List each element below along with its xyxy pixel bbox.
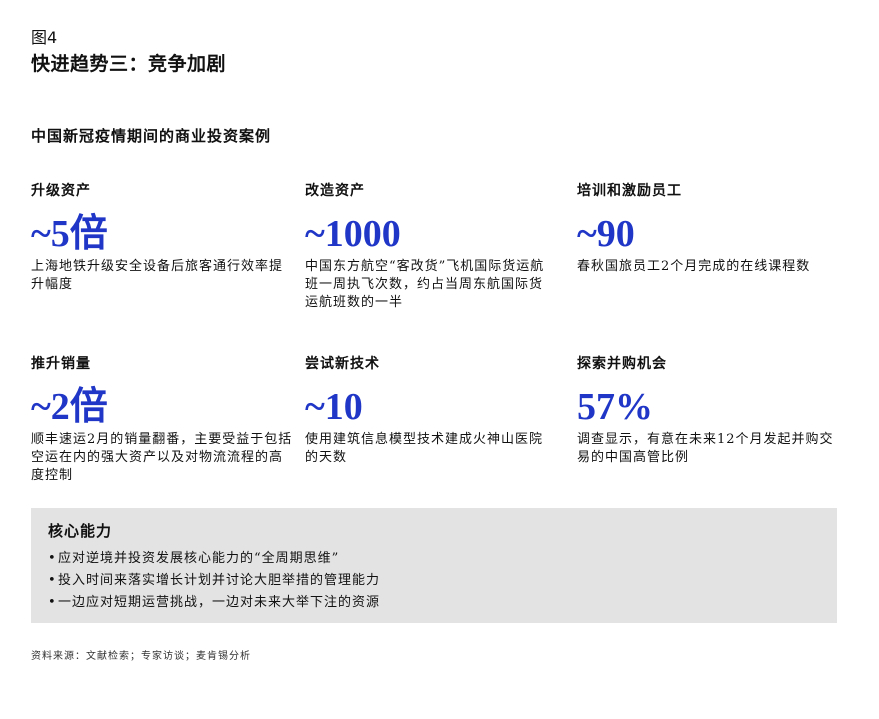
case-value: ~5倍 [31,213,108,255]
case-category: 探索并购机会 [577,356,667,372]
case-value: 57% [577,386,653,428]
bullet-icon: • [48,573,57,588]
figure-label: 图4 [31,28,58,47]
case-value: ~1000 [305,213,401,255]
case-description: 春秋国旅员工2个月完成的在线课程数 [577,259,811,274]
page-title: 快进趋势三：竞争加剧 [31,53,227,75]
bullet-icon: • [48,551,57,566]
case-category: 培训和激励员工 [577,183,682,199]
source-note: 资料来源：文献检索；专家访谈；麦肯锡分析 [31,651,251,662]
case-card-train-employees: 培训和激励员工 ~90 春秋国旅员工2个月完成的在线课程数 [577,180,839,276]
case-card-mergers-acquisitions: 探索并购机会 57% 调查显示，有意在未来12个月发起并购交易的中国高管比例 [577,353,839,467]
case-description: 顺丰速运2月的销量翻番，主要受益于包括空运在内的强大资产以及对物流流程的高度控制 [31,432,293,483]
list-item: •一边应对短期运营挑战，一边对未来大举下注的资源 [48,592,380,614]
case-card-upgrade-assets: 升级资产 ~5倍 上海地铁升级安全设备后旅客通行效率提升幅度 [31,180,293,294]
case-category: 改造资产 [305,183,365,199]
list-item-text: 投入时间来落实增长计划并讨论大胆举措的管理能力 [58,573,381,588]
case-value: ~10 [305,386,363,428]
list-item-text: 应对逆境并投资发展核心能力的“全周期思维” [58,551,340,566]
bullet-icon: • [48,595,57,610]
section-subtitle: 中国新冠疫情期间的商业投资案例 [31,127,272,145]
case-value: ~2倍 [31,386,108,428]
case-category: 推升销量 [31,356,91,372]
case-description: 中国东方航空“客改货”飞机国际货运航班一周执飞次数，约占当周东航国际货运航班数的… [305,259,545,310]
case-description: 上海地铁升级安全设备后旅客通行效率提升幅度 [31,259,284,292]
core-capabilities-list: •应对逆境并投资发展核心能力的“全周期思维” •投入时间来落实增长计划并讨论大胆… [48,548,380,614]
list-item-text: 一边应对短期运营挑战，一边对未来大举下注的资源 [58,595,381,610]
core-capabilities-title: 核心能力 [48,522,113,540]
list-item: •应对逆境并投资发展核心能力的“全周期思维” [48,548,380,570]
case-category: 尝试新技术 [305,356,380,372]
case-value: ~90 [577,213,635,255]
core-capabilities-box: 核心能力 •应对逆境并投资发展核心能力的“全周期思维” •投入时间来落实增长计划… [31,508,837,623]
list-item: •投入时间来落实增长计划并讨论大胆举措的管理能力 [48,570,380,592]
case-card-boost-sales: 推升销量 ~2倍 顺丰速运2月的销量翻番，主要受益于包括空运在内的强大资产以及对… [31,353,293,485]
case-card-transform-assets: 改造资产 ~1000 中国东方航空“客改货”飞机国际货运航班一周执飞次数，约占当… [305,180,567,312]
case-description: 调查显示，有意在未来12个月发起并购交易的中国高管比例 [577,432,834,465]
case-card-new-technology: 尝试新技术 ~10 使用建筑信息模型技术建成火神山医院的天数 [305,353,567,467]
case-description: 使用建筑信息模型技术建成火神山医院的天数 [305,432,544,465]
case-category: 升级资产 [31,183,91,199]
